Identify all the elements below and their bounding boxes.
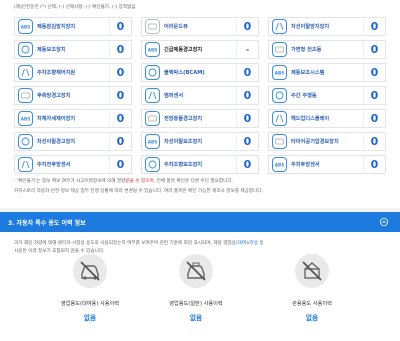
usage-label: 영업용도(대여용) 사용이력	[60, 301, 120, 307]
svg-text:ABS: ABS	[275, 163, 284, 168]
svg-text:ABS: ABS	[148, 140, 157, 145]
section-title: 3. 자동차 특수 용도 이력 정보	[8, 219, 86, 227]
option-cell: ABS 차선이탈보조장치 0	[141, 132, 259, 151]
traffic-sign-icon	[145, 111, 160, 126]
desc-suffix: 등	[258, 241, 264, 246]
option-count: 0	[109, 156, 131, 173]
legend-text: (제)안전운전 (*) 선택, (-) 선택사항, (-) 확인불가, (-) …	[14, 5, 136, 10]
option-count: 0	[109, 64, 131, 81]
section-desc-line-1: 과거 해당 차량에 대해 렌터카·사업용 용도로 사용되었는지 여부를 보여주며…	[14, 240, 264, 246]
parking-assist-icon	[145, 157, 160, 172]
bcam-icon: ABS	[272, 65, 287, 80]
option-count: 0	[236, 156, 258, 173]
parking-icon	[272, 88, 287, 103]
section-header-bar[interactable]: 3. 자동차 특수 용도 이력 정보	[0, 212, 400, 232]
option-count: 0	[236, 133, 258, 150]
option-count: 0	[363, 133, 385, 150]
usage-item-business: 영업용도(일반) 사용이력 없음	[146, 254, 246, 322]
usage-value: 없음	[189, 314, 203, 322]
option-cell: 가변형 전조등 0	[268, 40, 386, 59]
option-cell: 주차전후방센서 0	[14, 155, 132, 174]
usage-label: 관용용도 사용이력	[292, 301, 332, 307]
option-count: 0	[363, 18, 385, 35]
lane-keep-icon	[272, 19, 287, 34]
option-cell: 주간 주행등 0	[268, 86, 386, 105]
collapse-icon[interactable]	[380, 218, 388, 226]
rear-warning-icon	[18, 88, 33, 103]
option-cell: ABS 제동잠김방지장치 0	[14, 17, 132, 36]
lane-assist-icon: ABS	[145, 134, 160, 149]
option-cell: 제동보조장치 0	[14, 40, 132, 59]
option-count: 0	[109, 133, 131, 150]
option-cell: 후측방경고장치 0	[14, 86, 132, 105]
option-count: 0	[363, 110, 385, 127]
option-cell: 주차조향보조장치 0	[141, 155, 259, 174]
option-count: 0	[236, 18, 258, 35]
hud-icon	[272, 111, 287, 126]
emergency-brake-icon: ABS	[145, 42, 160, 57]
option-cell: ABS 주차후방센서 0	[268, 155, 386, 174]
display-icon	[145, 19, 160, 34]
note-prefix: · '확인불가'는 정보 확보 여부가 사고이력정보에 의해 영향	[14, 179, 126, 184]
usage-item-rental: 영업용도(대여용) 사용이력 없음	[40, 254, 140, 322]
option-count: 0	[236, 87, 258, 104]
lane-depart-icon	[18, 134, 33, 149]
option-cell: 주차조향제어지원 0	[14, 63, 132, 82]
option-count: 0	[363, 41, 385, 58]
note-line-2: 카히스토리 자동차 안전 정보 제공 업무 진행 상황에 따라 변경될 수 있습…	[14, 189, 263, 194]
option-count: 0	[109, 18, 131, 35]
option-cell: ABS 차체자세제어장치 0	[14, 109, 132, 128]
tpms-icon	[272, 134, 287, 149]
government-car-icon	[295, 254, 329, 288]
options-grid: ABS 제동잠김방지장치 0 어라운드뷰 0 차선이탈방지장치 0 제동보조장치 0 ABS 긴급제…	[14, 17, 386, 174]
option-cell: 어라운드뷰 0	[141, 17, 259, 36]
headlight-icon	[272, 42, 287, 57]
option-cell: 타이어공기압경보장치 0	[268, 132, 386, 151]
stability-icon	[18, 65, 33, 80]
option-cell: 헤드업디스플레이 0	[268, 109, 386, 128]
dashcam-icon	[145, 65, 160, 80]
option-count: 0	[236, 64, 258, 81]
tire-icon: ABS	[18, 111, 33, 126]
desc-prefix: 과거 해당 차량에 대해 렌터카·사업용 용도로 사용되었는지 여부를 보여주며…	[14, 241, 237, 246]
option-cell: 차선이탈경고장치 0	[14, 132, 132, 151]
option-count: 0	[363, 64, 385, 81]
option-count: 0	[109, 87, 131, 104]
option-count: 0	[363, 156, 385, 173]
rental-car-icon	[73, 254, 107, 288]
abs-icon: ABS	[18, 19, 33, 34]
usage-value: 없음	[305, 314, 319, 322]
option-count: 0	[109, 110, 131, 127]
note-line-1: · '확인불가'는 정보 확보 여부가 사고이력정보에 의해 영향받을 수 있으…	[14, 178, 233, 184]
note-highlight: 받을 수 있으며	[125, 179, 154, 184]
note-suffix: , 전체 품목 확인은 다른 수단 필요합니다.	[153, 179, 234, 184]
svg-text:ABS: ABS	[275, 71, 284, 76]
option-count: 0	[109, 41, 131, 58]
safety-options-card: (제)안전운전 (*) 선택, (-) 선택사항, (-) 확인불가, (-) …	[0, 0, 400, 208]
svg-text:ABS: ABS	[148, 48, 157, 53]
option-cell: 블랙박스(BCAM) 0	[141, 63, 259, 82]
option-count: -	[236, 41, 258, 58]
desc-highlight: (대여)/관용	[236, 241, 259, 246]
option-cell: 차선이탈방지장치 0	[268, 17, 386, 36]
business-car-icon	[179, 254, 213, 288]
usage-item-government: 관용용도 사용이력 없음	[262, 254, 362, 322]
usage-value: 없음	[83, 314, 97, 322]
reverse-icon	[145, 88, 160, 103]
usage-label: 영업용도(일반) 사용이력	[169, 301, 223, 307]
svg-text:ABS: ABS	[21, 117, 30, 122]
option-cell: 전방충돌경고장치 0	[141, 109, 259, 128]
option-count: 0	[363, 87, 385, 104]
brake-assist-icon	[18, 42, 33, 57]
option-cell: 범퍼센서 0	[141, 86, 259, 105]
option-count: 0	[236, 110, 258, 127]
svg-text:ABS: ABS	[21, 25, 30, 30]
special-usage-section: 3. 자동차 특수 용도 이력 정보 과거 해당 차량에 대해 렌터카·사업용 …	[0, 212, 400, 341]
option-cell: ABS 제동보조시스템 0	[268, 63, 386, 82]
rear-sensor-icon: ABS	[272, 157, 287, 172]
option-cell: ABS 긴급제동경고장치 -	[141, 40, 259, 59]
sensor-icon	[18, 157, 33, 172]
